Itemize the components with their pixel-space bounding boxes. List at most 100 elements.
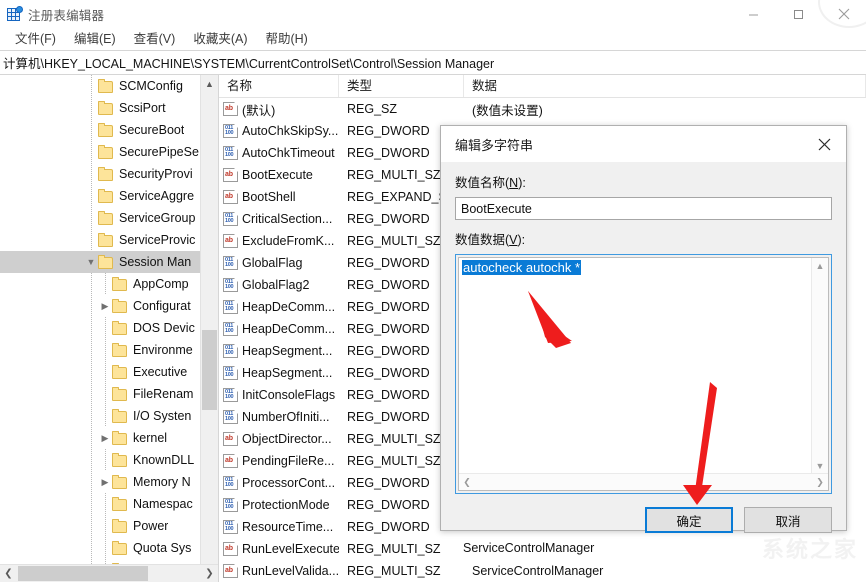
scroll-left-icon[interactable]: ❮ [0, 565, 17, 582]
value-name-cell: 011100CriticalSection... [219, 212, 339, 226]
menu-item-view[interactable]: 查看(V) [125, 28, 185, 50]
menu-item-help[interactable]: 帮助(H) [256, 28, 316, 50]
tree-node[interactable]: Executive [0, 361, 218, 383]
tree-node[interactable]: ServiceGroup [0, 207, 218, 229]
tree-node[interactable]: ▼ Session Man [0, 251, 218, 273]
dialog-buttons: 确定 取消 [441, 494, 846, 546]
dialog-close-button[interactable] [802, 126, 846, 162]
tree-node[interactable]: SecureBoot [0, 119, 218, 141]
value-name-cell: 011100ProtectionMode [219, 498, 339, 512]
textarea-scroll-down-icon[interactable]: ▼ [812, 458, 828, 474]
value-data-textarea-focus-ring: autocheck autochk * ▲ ▼ ❮ ❯ [455, 254, 832, 494]
menu-item-file[interactable]: 文件(F) [6, 28, 65, 50]
tree-node-label: SecurityProvi [119, 167, 193, 181]
ok-button[interactable]: 确定 [645, 507, 733, 533]
tree-node[interactable]: ▶Memory N [0, 471, 218, 493]
value-name-text: HeapDeComm... [242, 300, 335, 314]
tree-node[interactable]: ServiceProvic [0, 229, 218, 251]
dword-value-icon: 011100 [223, 212, 238, 226]
textarea-vertical-scrollbar[interactable]: ▲ ▼ [811, 258, 828, 474]
value-name-cell: 011100GlobalFlag [219, 256, 339, 270]
column-header-type[interactable]: 类型 [339, 75, 464, 97]
value-name-text: RunLevelExecute [242, 542, 339, 556]
value-name-text: ExcludeFromK... [242, 234, 334, 248]
tree-node[interactable]: SCMConfig [0, 75, 218, 97]
value-name-text: ProtectionMode [242, 498, 330, 512]
chevron-down-icon[interactable]: ▼ [84, 251, 98, 273]
value-name-label-post: ): [518, 176, 526, 190]
tree-node[interactable]: KnownDLL [0, 449, 218, 471]
close-button[interactable] [821, 0, 866, 28]
tree-node[interactable]: DOS Devic [0, 317, 218, 339]
value-name-cell: abExcludeFromK... [219, 234, 339, 248]
tree-node[interactable]: ▶Configurat [0, 295, 218, 317]
tree-node[interactable]: Environme [0, 339, 218, 361]
chevron-right-icon[interactable]: ▶ [98, 427, 112, 449]
chevron-right-icon[interactable]: ▶ [98, 295, 112, 317]
tree-guide [84, 471, 98, 493]
textarea-scroll-up-icon[interactable]: ▲ [812, 258, 828, 274]
tree-node-label: ServiceProvic [119, 233, 195, 247]
column-header-name[interactable]: 名称 [219, 75, 339, 97]
dword-value-icon: 011100 [223, 410, 238, 424]
textarea-scroll-left-icon[interactable]: ❮ [459, 474, 475, 490]
value-type-cell: REG_SZ [339, 102, 464, 116]
value-data-content[interactable]: autocheck autochk * [459, 258, 812, 474]
address-bar[interactable]: 计算机\HKEY_LOCAL_MACHINE\SYSTEM\CurrentCon… [0, 50, 866, 75]
tree-node[interactable]: Namespac [0, 493, 218, 515]
textarea-scroll-right-icon[interactable]: ❯ [812, 474, 828, 490]
value-name-cell: 011100ResourceTime... [219, 520, 339, 534]
minimize-button[interactable] [731, 0, 776, 28]
tree-guide [98, 317, 112, 339]
tree-node-label: ServiceGroup [119, 211, 195, 225]
tree-node[interactable]: I/O Systen [0, 405, 218, 427]
tree-horizontal-scrollbar[interactable]: ❮ ❯ [0, 564, 218, 582]
tree-guide [98, 449, 112, 471]
tree-node-label: KnownDLL [133, 453, 194, 467]
registry-value-row[interactable]: ab(默认)REG_SZ(数值未设置) [219, 98, 866, 120]
tree-node[interactable]: FileRenam [0, 383, 218, 405]
registry-tree[interactable]: SCMConfigScsiPortSecureBootSecurePipeSe S… [0, 75, 218, 564]
folder-icon [112, 542, 128, 555]
tree-node[interactable]: ServiceAggre [0, 185, 218, 207]
value-name-cell: abObjectDirector... [219, 432, 339, 446]
tree-node[interactable]: ScsiPort [0, 97, 218, 119]
value-data-selected-text: autocheck autochk * [462, 260, 581, 275]
tree-node[interactable]: AppComp [0, 273, 218, 295]
folder-icon [112, 520, 128, 533]
value-data-accel: V [509, 233, 517, 247]
maximize-button[interactable] [776, 0, 821, 28]
dword-value-icon: 011100 [223, 388, 238, 402]
folder-icon [98, 102, 114, 115]
tree-node[interactable]: ▶kernel [0, 427, 218, 449]
tree-node-label: Session Man [119, 255, 191, 269]
value-name-input[interactable]: BootExecute [455, 197, 832, 220]
tree-guide [84, 229, 98, 251]
menu-item-favorites[interactable]: 收藏夹(A) [184, 28, 256, 50]
scroll-right-icon[interactable]: ❯ [201, 565, 218, 582]
tree-node-label: Power [133, 519, 168, 533]
tree-node[interactable]: Power [0, 515, 218, 537]
tree-guide [84, 185, 98, 207]
tree-node[interactable]: SecurityProvi [0, 163, 218, 185]
value-data-textarea[interactable]: autocheck autochk * ▲ ▼ ❮ ❯ [458, 257, 829, 491]
tree-hscroll-thumb[interactable] [18, 566, 148, 581]
tree-node[interactable]: SecurePipeSe [0, 141, 218, 163]
registry-editor-window: 注册表编辑器 文件(F) 编辑(E) 查看(V) 收藏夹(A) 帮助(H) 计算… [0, 0, 866, 582]
textarea-horizontal-scrollbar[interactable]: ❮ ❯ [459, 473, 828, 490]
tree-guide [84, 515, 98, 537]
column-header-data[interactable]: 数据 [464, 75, 866, 97]
registry-path: 计算机\HKEY_LOCAL_MACHINE\SYSTEM\CurrentCon… [3, 53, 494, 72]
value-name-text: BootShell [242, 190, 296, 204]
menu-item-edit[interactable]: 编辑(E) [65, 28, 125, 50]
tree-vertical-scrollbar[interactable]: ▲ ▼ [200, 75, 218, 582]
tree-node[interactable]: Quota Sys [0, 537, 218, 559]
value-name-cell: 011100HeapSegment... [219, 344, 339, 358]
value-name-text: BootExecute [242, 168, 313, 182]
tree-scroll-thumb[interactable] [202, 330, 217, 410]
cancel-button[interactable]: 取消 [744, 507, 832, 533]
chevron-right-icon[interactable]: ▶ [98, 471, 112, 493]
scroll-up-icon[interactable]: ▲ [201, 75, 218, 92]
string-value-icon: ab [223, 102, 238, 116]
string-value-icon: ab [223, 190, 238, 204]
